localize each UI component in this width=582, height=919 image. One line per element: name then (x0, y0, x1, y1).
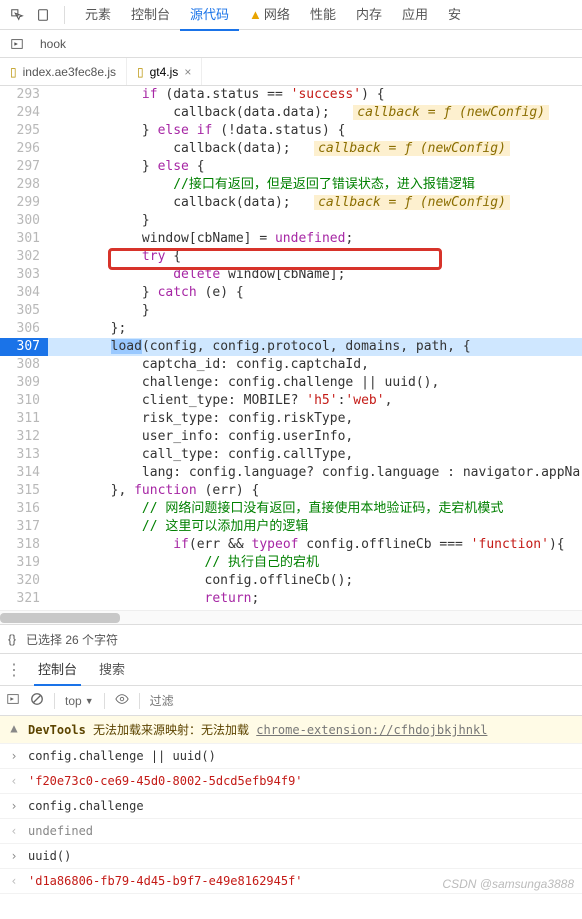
file-tab-label: gt4.js (150, 65, 179, 79)
line-gutter: 2932942952962972982993003013023033043053… (0, 86, 48, 610)
main-tab-4[interactable]: 性能 (300, 0, 346, 31)
main-tab-6[interactable]: 应用 (392, 0, 438, 31)
execute-icon[interactable] (6, 692, 20, 709)
code-line-318[interactable]: if(err && typeof config.offlineCb === 'f… (48, 536, 582, 554)
highlight-box (108, 248, 442, 270)
drawer-tab-1[interactable]: 搜索 (95, 653, 129, 686)
filter-input[interactable] (150, 694, 305, 708)
drawer-tab-0[interactable]: 控制台 (34, 653, 81, 686)
code-line-299[interactable]: callback(data); callback = ƒ (newConfig) (48, 194, 582, 212)
output-arrow-icon: ‹ (8, 874, 20, 888)
console-entry-4[interactable]: › uuid() (0, 844, 582, 869)
context-selector[interactable]: top▼ (65, 694, 94, 708)
file-tab-0[interactable]: ▯ index.ae3fec8e.js (0, 58, 127, 85)
editor-statusbar: {} 已选择 26 个字符 (0, 624, 582, 654)
code-line-312[interactable]: user_info: config.userInfo, (48, 428, 582, 446)
console-entry-text: undefined (28, 824, 574, 838)
file-tab-label: index.ae3fec8e.js (23, 65, 116, 79)
devtools-main-toolbar: 元素控制台源代码▲网络性能内存应用安 (0, 0, 582, 30)
main-tab-5[interactable]: 内存 (346, 0, 392, 31)
selection-status: 已选择 26 个字符 (26, 631, 118, 648)
horizontal-scrollbar[interactable] (0, 610, 582, 624)
breadcrumb[interactable]: hook (36, 37, 70, 51)
main-tab-2[interactable]: 源代码 (180, 0, 239, 31)
code-line-301[interactable]: window[cbName] = undefined; (48, 230, 582, 248)
code-line-298[interactable]: //接口有返回，但是返回了错误状态，进入报错逻辑 (48, 176, 582, 194)
code-line-308[interactable]: captcha_id: config.captchaId, (48, 356, 582, 374)
code-line-319[interactable]: // 执行自己的宕机 (48, 554, 582, 572)
code-line-305[interactable]: } (48, 302, 582, 320)
console-entry-text: 'f20e73c0-ce69-45d0-8002-5dcd5efb94f9' (28, 774, 574, 788)
warning-icon: ▲ (249, 7, 262, 22)
code-line-304[interactable]: } catch (e) { (48, 284, 582, 302)
more-icon[interactable]: ⋮ (6, 660, 22, 680)
code-line-295[interactable]: } else if (!data.status) { (48, 122, 582, 140)
scroll-thumb[interactable] (0, 613, 120, 623)
code-line-317[interactable]: // 这里可以添加用户的逻辑 (48, 518, 582, 536)
clear-console-icon[interactable] (30, 692, 44, 709)
close-icon[interactable]: × (184, 65, 191, 79)
js-file-icon: ▯ (10, 65, 17, 79)
code-line-293[interactable]: if (data.status == 'success') { (48, 86, 582, 104)
console-entry-text: config.challenge || uuid() (28, 749, 574, 763)
console-entry-text: config.challenge (28, 799, 574, 813)
code-line-311[interactable]: risk_type: config.riskType, (48, 410, 582, 428)
console-entry-text: uuid() (28, 849, 574, 863)
code-line-300[interactable]: } (48, 212, 582, 230)
code-line-315[interactable]: }, function (err) { (48, 482, 582, 500)
device-icon[interactable] (32, 4, 54, 26)
file-tabs: ▯ index.ae3fec8e.js ▯ gt4.js × (0, 58, 582, 86)
file-tab-1[interactable]: ▯ gt4.js × (127, 58, 202, 85)
separator (64, 6, 65, 24)
code-line-296[interactable]: callback(data); callback = ƒ (newConfig) (48, 140, 582, 158)
sources-subbar: hook (0, 30, 582, 58)
console-warning: ▲DevTools 无法加载来源映射：无法加载 chrome-extension… (0, 716, 582, 744)
main-tab-1[interactable]: 控制台 (121, 0, 180, 31)
output-arrow-icon: ‹ (8, 824, 20, 838)
code-line-313[interactable]: call_type: config.callType, (48, 446, 582, 464)
code-area[interactable]: if (data.status == 'success') { callback… (48, 86, 582, 610)
console-entry-0[interactable]: › config.challenge || uuid() (0, 744, 582, 769)
code-line-294[interactable]: callback(data.data); callback = ƒ (newCo… (48, 104, 582, 122)
code-line-320[interactable]: config.offlineCb(); (48, 572, 582, 590)
drawer-tabs: ⋮ 控制台搜索 (0, 654, 582, 686)
code-line-314[interactable]: lang: config.language? config.language :… (48, 464, 582, 482)
code-line-309[interactable]: challenge: config.challenge || uuid(), (48, 374, 582, 392)
inspect-icon[interactable] (6, 4, 28, 26)
main-tab-7[interactable]: 安 (438, 0, 471, 31)
main-tab-3[interactable]: ▲网络 (239, 0, 300, 31)
drawer-tab-list: 控制台搜索 (34, 653, 129, 686)
js-file-icon: ▯ (137, 65, 144, 79)
console-entry-3[interactable]: ‹ undefined (0, 819, 582, 844)
input-arrow-icon: › (8, 849, 20, 863)
code-line-310[interactable]: client_type: MOBILE? 'h5':'web', (48, 392, 582, 410)
console-output[interactable]: ▲DevTools 无法加载来源映射：无法加载 chrome-extension… (0, 716, 582, 894)
console-entry-1[interactable]: ‹ 'f20e73c0-ce69-45d0-8002-5dcd5efb94f9' (0, 769, 582, 794)
output-arrow-icon: ‹ (8, 774, 20, 788)
watermark: CSDN @samsunga3888 (442, 877, 574, 891)
eye-icon[interactable] (115, 692, 129, 709)
main-tabs: 元素控制台源代码▲网络性能内存应用安 (75, 0, 471, 31)
code-line-321[interactable]: return; (48, 590, 582, 608)
main-tab-0[interactable]: 元素 (75, 0, 121, 31)
code-line-306[interactable]: }; (48, 320, 582, 338)
code-editor[interactable]: 2932942952962972982993003013023033043053… (0, 86, 582, 610)
console-entry-2[interactable]: › config.challenge (0, 794, 582, 819)
run-snippet-icon[interactable] (6, 33, 28, 55)
code-line-297[interactable]: } else { (48, 158, 582, 176)
code-line-316[interactable]: // 网络问题接口没有返回，直接使用本地验证码，走宕机模式 (48, 500, 582, 518)
input-arrow-icon: › (8, 749, 20, 763)
input-arrow-icon: › (8, 799, 20, 813)
console-toolbar: top▼ (0, 686, 582, 716)
warning-triangle-icon: ▲ (8, 721, 20, 735)
code-line-307[interactable]: load(config, config.protocol, domains, p… (48, 338, 582, 356)
braces-icon[interactable]: {} (8, 632, 16, 646)
